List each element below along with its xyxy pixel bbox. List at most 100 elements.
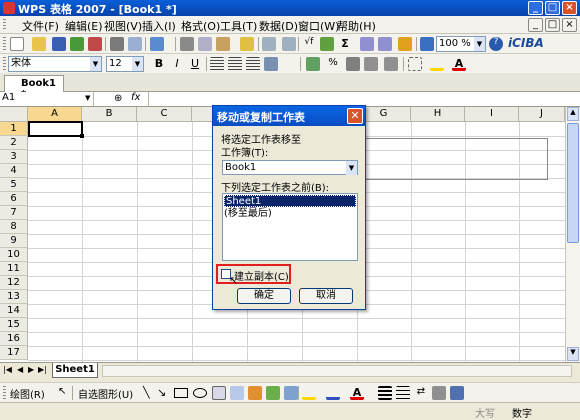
draw-menu-button[interactable]: 绘图(R) [10, 386, 45, 401]
arrow-style-icon[interactable]: ⇄ [414, 386, 428, 400]
row-header[interactable]: 8 [0, 220, 28, 234]
menu-edit[interactable]: 编辑(E) [65, 18, 103, 34]
new-icon[interactable] [10, 37, 24, 51]
borders-icon[interactable] [408, 57, 422, 71]
shape-fill-icon[interactable] [302, 386, 316, 400]
close-button[interactable]: × [562, 1, 577, 15]
row-header[interactable]: 16 [0, 332, 28, 346]
toolbar-grip[interactable] [3, 37, 6, 51]
row-header[interactable]: 5 [0, 178, 28, 192]
share-icon[interactable] [70, 37, 84, 51]
row-header[interactable]: 2 [0, 136, 28, 150]
name-box[interactable]: A1 [0, 92, 94, 106]
line-style-icon[interactable] [378, 386, 392, 400]
sum-icon[interactable] [320, 37, 334, 51]
scroll-up-button[interactable]: ▲ [567, 107, 579, 121]
paste-icon[interactable] [216, 37, 230, 51]
menu-help[interactable]: 帮助(H) [337, 18, 376, 34]
formula-input[interactable] [148, 92, 580, 106]
row-header[interactable]: 4 [0, 164, 28, 178]
increase-decimal-icon[interactable] [364, 57, 378, 71]
row-header[interactable]: 9 [0, 234, 28, 248]
cut-icon[interactable] [180, 37, 194, 51]
menu-view[interactable]: 视图(V) [104, 18, 142, 34]
list-item[interactable]: (移至最后) [223, 208, 357, 220]
font-size-select[interactable]: 12 ▼ [106, 56, 144, 72]
minimize-button[interactable]: _ [528, 1, 543, 15]
wordart-icon[interactable] [248, 386, 262, 400]
active-cell-a1[interactable] [28, 121, 83, 137]
fill-handle[interactable] [80, 134, 84, 138]
align-right-icon[interactable] [246, 57, 260, 71]
textbox-icon[interactable] [212, 386, 226, 400]
comma-style-icon[interactable] [346, 57, 360, 71]
dialog-title-bar[interactable]: 移动或复制工作表 ✕ [213, 106, 365, 126]
dialog-close-button[interactable]: ✕ [347, 108, 363, 124]
sort-descending-icon[interactable] [378, 37, 392, 51]
cancel-button[interactable]: 取消 [299, 288, 353, 304]
menu-window[interactable]: 窗口(W) [298, 18, 339, 34]
menu-data[interactable]: 数据(D) [259, 18, 298, 34]
last-sheet-icon[interactable]: ▶| [38, 365, 47, 374]
print-icon[interactable] [110, 37, 124, 51]
function-icon[interactable]: √f [302, 37, 316, 51]
column-header[interactable]: I [465, 107, 519, 122]
sort-ascending-icon[interactable] [360, 37, 374, 51]
sheet-tab[interactable]: Sheet1 [52, 363, 98, 378]
open-icon[interactable] [32, 37, 46, 51]
search-icon[interactable]: ⊕ [114, 93, 122, 104]
vertical-textbox-icon[interactable] [230, 386, 244, 400]
row-header[interactable]: 13 [0, 290, 28, 304]
doc-minimize-button[interactable]: _ [528, 18, 543, 32]
fill-color-icon[interactable] [430, 57, 444, 71]
row-header[interactable]: 1 [0, 122, 28, 136]
chart-icon[interactable] [420, 37, 434, 51]
row-header[interactable]: 7 [0, 206, 28, 220]
column-header[interactable]: J [519, 107, 565, 122]
arrow-icon[interactable]: ↘ [157, 386, 166, 399]
iciba-logo[interactable]: iCIBA [508, 36, 544, 50]
dash-style-icon[interactable] [396, 386, 410, 400]
zoom-select[interactable]: 100 % ▼ [436, 36, 486, 52]
3d-icon[interactable] [450, 386, 464, 400]
autoshape-button[interactable]: 自选图形(U) [78, 386, 133, 401]
rectangle-icon[interactable] [174, 388, 188, 398]
scroll-down-button[interactable]: ▼ [567, 347, 579, 361]
save-icon[interactable] [52, 37, 66, 51]
currency-icon[interactable] [306, 57, 320, 71]
row-header[interactable]: 12 [0, 276, 28, 290]
spellcheck-icon[interactable] [150, 37, 164, 51]
next-sheet-icon[interactable]: ▶ [28, 365, 34, 374]
menu-format[interactable]: 格式(O) [181, 18, 220, 34]
decrease-decimal-icon[interactable] [384, 57, 398, 71]
toolbar-grip[interactable] [3, 386, 6, 400]
insert-function-button[interactable]: fx [131, 92, 140, 103]
picture-icon[interactable] [284, 386, 298, 400]
redo-icon[interactable] [282, 37, 296, 51]
line-color-icon[interactable] [326, 386, 340, 400]
draw-font-color-icon[interactable]: A [350, 386, 364, 400]
column-header[interactable]: A [28, 107, 82, 122]
chevron-down-icon[interactable]: ▼ [85, 94, 90, 102]
font-color-icon[interactable]: A [452, 57, 466, 71]
select-all-corner[interactable] [0, 107, 28, 122]
workbook-tab[interactable]: Book1 * [4, 75, 64, 100]
ok-button[interactable]: 确定 [237, 288, 291, 304]
underline-button[interactable]: U [188, 57, 202, 71]
shadow-icon[interactable] [432, 386, 446, 400]
merge-center-icon[interactable] [264, 57, 278, 71]
menu-insert[interactable]: 插入(I) [142, 18, 176, 34]
oval-icon[interactable] [193, 388, 207, 398]
workbook-select[interactable]: Book1 ▼ [222, 160, 358, 175]
italic-button[interactable]: I [170, 57, 184, 71]
row-header[interactable]: 3 [0, 150, 28, 164]
format-painter-icon[interactable] [240, 37, 254, 51]
copy-icon[interactable] [198, 37, 212, 51]
menu-grip[interactable] [3, 19, 6, 31]
doc-close-button[interactable]: × [562, 18, 577, 32]
bold-button[interactable]: B [152, 57, 166, 71]
font-family-select[interactable]: 宋体 ▼ [8, 56, 102, 72]
align-center-icon[interactable] [228, 57, 242, 71]
pdf-icon[interactable] [88, 37, 102, 51]
row-header[interactable]: 15 [0, 318, 28, 332]
